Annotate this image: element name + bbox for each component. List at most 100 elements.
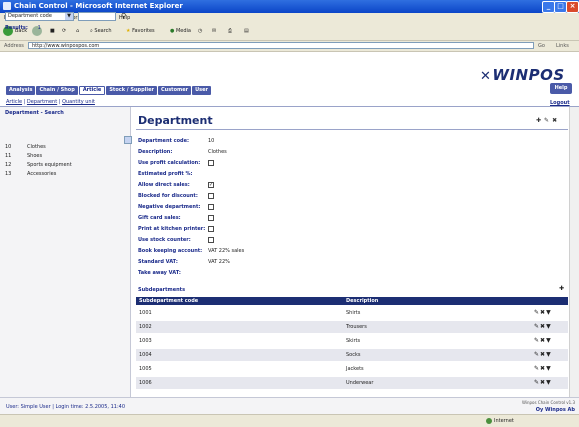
field-checkbox-wrap xyxy=(208,236,214,244)
subnav-department[interactable]: Department xyxy=(27,99,57,105)
home-button[interactable]: ⌂ xyxy=(76,25,79,37)
row-actions: ✎✖▼ xyxy=(534,321,552,333)
list-item[interactable]: 10 Clothes xyxy=(5,143,125,151)
row-actions: ✎✖▼ xyxy=(534,335,552,347)
history-button[interactable]: ◷ xyxy=(198,25,202,37)
browser-toolbar: Back ■ ⟳ ⌂ ⌕ Search ★ Favorites ● Media … xyxy=(0,23,579,41)
search-button[interactable]: ⌕ Search xyxy=(90,25,112,37)
chevron-down-icon: ▼ xyxy=(65,13,73,20)
subdepartments-table-header: Subdepartment code Description xyxy=(136,297,568,305)
globe-icon xyxy=(486,417,492,424)
version-text: Winpos Chain Control v1.3 xyxy=(521,400,575,405)
page-title: Department xyxy=(138,114,213,127)
ie-icon xyxy=(3,2,11,10)
company-name: Oy Winpos Ab xyxy=(535,407,575,413)
main-nav: Analysis Chain / Shop Article Stock / Suppl… xyxy=(6,86,212,95)
field-checkbox-wrap xyxy=(208,214,214,222)
binoculars-search-icon[interactable]: ⚲ xyxy=(121,12,126,20)
subdepartment-description: Trousers xyxy=(346,324,367,330)
edit-button[interactable]: ▤ xyxy=(244,25,249,37)
stop-button[interactable]: ■ xyxy=(50,25,55,37)
table-row[interactable]: 1004 Socks ✎✖▼ xyxy=(136,349,568,361)
row-actions: ✎✖▼ xyxy=(534,349,552,361)
chevron-down-icon[interactable]: ▼ xyxy=(546,351,552,358)
field-label: Allow direct sales: xyxy=(138,182,190,188)
row-actions: ✎✖▼ xyxy=(534,307,552,319)
results-count: 1 xyxy=(37,25,41,31)
checkbox[interactable]: ✓ xyxy=(208,181,214,188)
list-item[interactable]: 11 Shoes xyxy=(5,152,125,160)
list-item[interactable]: 13 Accessories xyxy=(5,170,125,178)
table-row[interactable]: 1005 Jackets ✎✖▼ xyxy=(136,363,568,375)
field-label: Use profit calculation: xyxy=(138,160,201,166)
field-label: Book keeping account: xyxy=(138,248,203,254)
delete-icon[interactable]: ✖ xyxy=(552,117,560,124)
tab-chain-shop[interactable]: Chain / Shop xyxy=(36,86,78,95)
media-button[interactable]: ● Media xyxy=(170,25,191,37)
subdepartment-description: Socks xyxy=(346,352,361,358)
table-row[interactable]: 1001 Shirts ✎✖▼ xyxy=(136,307,568,319)
favorites-button[interactable]: ★ Favorites xyxy=(126,25,155,37)
field-label: Blocked for discount: xyxy=(138,193,198,199)
tab-customer[interactable]: Customer xyxy=(157,86,192,95)
search-input[interactable] xyxy=(78,12,116,21)
row-actions: ✎✖▼ xyxy=(534,377,552,389)
table-row[interactable]: 1003 Skirts ✎✖▼ xyxy=(136,335,568,347)
tab-stock-supplier[interactable]: Stock / Supplier xyxy=(106,86,157,95)
chevron-down-icon[interactable]: ▼ xyxy=(546,365,552,372)
chevron-down-icon[interactable]: ▼ xyxy=(546,337,552,344)
tab-analysis[interactable]: Analysis xyxy=(6,86,36,95)
search-field-select[interactable]: Department code ▼ xyxy=(5,12,74,21)
new-icon[interactable]: ✚ xyxy=(536,117,544,124)
go-button[interactable]: Go xyxy=(538,42,545,50)
print-button[interactable]: ⎙ xyxy=(228,25,232,37)
checkbox[interactable] xyxy=(208,192,214,199)
subdepartment-code: 1002 xyxy=(139,324,152,330)
title-actions: ✚✎✖ xyxy=(536,117,560,124)
checkbox[interactable] xyxy=(208,225,214,232)
chevron-down-icon[interactable]: ▼ xyxy=(546,323,552,330)
checkbox[interactable] xyxy=(208,214,214,221)
row-actions: ✎✖▼ xyxy=(534,363,552,375)
chevron-down-icon[interactable]: ▼ xyxy=(546,309,552,316)
checkbox[interactable] xyxy=(208,159,214,166)
subdepartment-description: Jackets xyxy=(346,366,364,372)
table-row[interactable]: 1002 Trousers ✎✖▼ xyxy=(136,321,568,333)
list-item[interactable]: 12 Sports equipment xyxy=(5,161,125,169)
field-value: VAT 22% sales xyxy=(208,248,245,254)
subdepartment-description: Skirts xyxy=(346,338,361,344)
close-button[interactable]: × xyxy=(566,1,579,13)
title-divider xyxy=(136,129,568,130)
checkbox[interactable] xyxy=(208,203,214,210)
tab-user[interactable]: User xyxy=(192,86,211,95)
page-footer: User: Simple User | Login time: 2.5.2005… xyxy=(0,397,579,415)
checkbox[interactable] xyxy=(208,236,214,243)
subnav-article[interactable]: Article xyxy=(6,99,22,105)
refresh-button[interactable]: ⟳ xyxy=(62,25,66,37)
field-label: Description: xyxy=(138,149,173,155)
mail-button[interactable]: ✉ xyxy=(212,25,216,37)
field-checkbox-wrap xyxy=(208,203,214,211)
subnav-quantity-unit[interactable]: Quantity unit xyxy=(62,99,95,105)
field-label: Take away VAT: xyxy=(138,270,181,276)
main-scrollbar[interactable] xyxy=(569,107,579,397)
field-label: Estimated profit %: xyxy=(138,171,193,177)
field-checkbox-wrap: ✓ xyxy=(208,181,214,189)
help-button[interactable]: Help xyxy=(550,83,572,94)
table-row[interactable]: 1006 Underwear ✎✖▼ xyxy=(136,377,568,389)
links-label[interactable]: Links xyxy=(556,42,569,50)
list-scroll-button[interactable] xyxy=(124,136,132,144)
subdepartment-code: 1001 xyxy=(139,310,152,316)
logo-mark-icon: ✕ xyxy=(480,69,492,84)
status-bar: Internet xyxy=(0,414,579,427)
edit-icon[interactable]: ✎ xyxy=(544,117,552,124)
subdepartment-code: 1005 xyxy=(139,366,152,372)
login-info: User: Simple User | Login time: 2.5.2005… xyxy=(6,404,126,410)
address-input[interactable]: http://www.winpospos.com xyxy=(28,42,534,49)
results-label: Results: 1 xyxy=(5,25,41,31)
field-label: Department code: xyxy=(138,138,190,144)
add-subdepartment-icon[interactable]: ✚ xyxy=(559,285,564,292)
subdepartment-description: Shirts xyxy=(346,310,361,316)
tab-article[interactable]: Article xyxy=(78,86,106,95)
chevron-down-icon[interactable]: ▼ xyxy=(546,379,552,386)
